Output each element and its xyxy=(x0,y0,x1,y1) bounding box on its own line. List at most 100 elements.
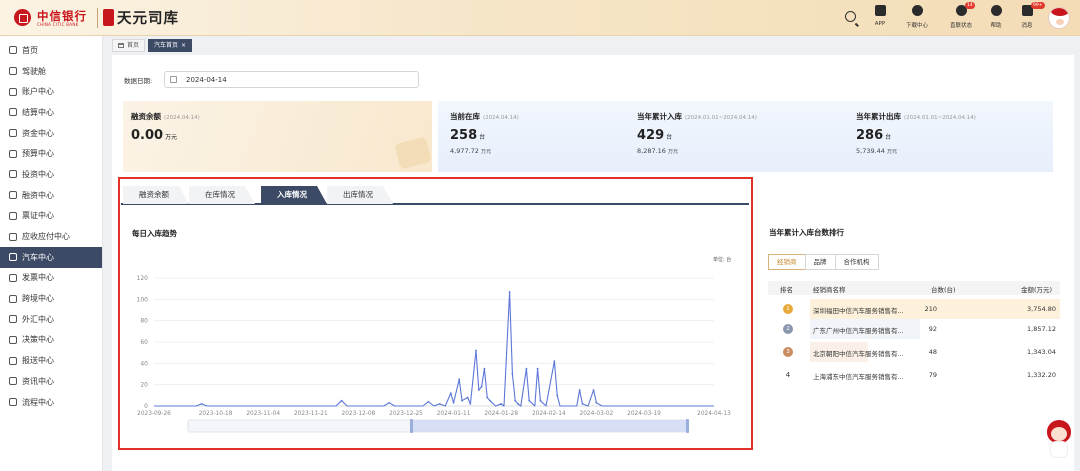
ranking-row[interactable]: 1 深圳福田中信汽车服务销售有... 210 3,754.80 xyxy=(768,299,1060,319)
decision-icon xyxy=(9,335,17,344)
user-avatar[interactable] xyxy=(1048,7,1070,29)
tab-car-home[interactable]: 汽车首页 × xyxy=(148,39,193,52)
sidebar-item-label: 融资中心 xyxy=(22,190,54,200)
ranking-tabs: 经销商 品牌 合作机构 xyxy=(768,254,879,270)
budget-icon xyxy=(9,149,17,158)
sidebar-item[interactable]: 资讯中心 xyxy=(0,371,102,392)
calendar-icon xyxy=(170,76,177,83)
ranking-cell-count: 210 xyxy=(924,305,937,313)
sidebar-item-label: 流程中心 xyxy=(22,397,54,407)
tab-car-home-label: 汽车首页 xyxy=(154,41,179,49)
status-badge: 14 xyxy=(965,2,975,9)
home-icon xyxy=(118,43,124,48)
sidebar-item[interactable]: 票证中心 xyxy=(0,206,102,227)
header-download-button[interactable]: 下载中心 xyxy=(900,5,934,29)
close-icon[interactable]: × xyxy=(181,40,186,52)
sidebar-item-label: 预算中心 xyxy=(22,149,54,159)
cockpit-icon xyxy=(9,67,17,76)
header-help-label: 帮助 xyxy=(990,23,1002,29)
sidebar-item-label: 应收应付中心 xyxy=(22,232,70,242)
download-center-icon xyxy=(911,5,923,16)
ranking-cell-name: 深圳福田中信汽车服务销售有... xyxy=(813,307,904,315)
sidebar-item-label: 驾驶舱 xyxy=(22,66,46,76)
ranking-cell-amount: 1,332.20 xyxy=(1027,371,1056,379)
header-app-button[interactable]: APP xyxy=(863,5,897,27)
assistant-mascot[interactable] xyxy=(1045,420,1073,460)
home-icon xyxy=(9,46,17,55)
logo-divider xyxy=(97,8,98,28)
year-in-date: (2024.01.01~2024.04.14) xyxy=(685,115,757,121)
sidebar-item[interactable]: 预算中心 xyxy=(0,143,102,164)
sidebar-item-label: 资金中心 xyxy=(22,128,54,138)
current-stock-date: (2024.04.14) xyxy=(483,115,519,121)
rank-badge: 4 xyxy=(785,371,791,379)
header-count: 台数(台) xyxy=(931,286,956,294)
sidebar-item[interactable]: 报送中心 xyxy=(0,350,102,371)
balance-value: 0.00 万元 xyxy=(131,128,178,143)
mascot-face xyxy=(1051,427,1067,441)
sidebar-item[interactable]: 投资中心 xyxy=(0,164,102,185)
account-icon xyxy=(9,87,17,96)
sidebar-item-label: 决策中心 xyxy=(22,335,54,345)
bank-name-en: CHINA CITIC BANK xyxy=(37,22,79,27)
sidebar-item-label: 外汇中心 xyxy=(22,314,54,324)
ranking-cell-amount: 1,343.04 xyxy=(1027,348,1056,356)
sidebar-item-label: 资讯中心 xyxy=(22,376,54,386)
header-status-button[interactable]: 14 直联状态 xyxy=(944,2,978,29)
citic-logo-icon xyxy=(14,9,31,26)
sidebar-item[interactable]: 账户中心 xyxy=(0,81,102,102)
page-tabs: 首页 汽车首页 × xyxy=(112,39,195,52)
current-stock-value: 258 台 xyxy=(450,128,486,143)
sidebar-item[interactable]: 应收应付中心 xyxy=(0,226,102,247)
ranking-row[interactable]: 3 北京朝阳中信汽车服务销售有... 48 1,343.04 xyxy=(768,342,1060,362)
report-icon xyxy=(9,356,17,365)
sidebar-item[interactable]: 结算中心 xyxy=(0,102,102,123)
tab-home[interactable]: 首页 xyxy=(112,39,146,52)
rank-badge: 3 xyxy=(783,347,793,357)
ranking-row[interactable]: 4 上海浦东中信汽车服务销售有... 79 1,332.20 xyxy=(768,365,1060,385)
sidebar-item[interactable]: 首页 xyxy=(0,40,102,61)
sidebar-item-label: 票证中心 xyxy=(22,211,54,221)
header-message-button[interactable]: 99+ 消息 xyxy=(1010,2,1045,29)
cross-border-icon xyxy=(9,294,17,303)
ranking-cell-count: 79 xyxy=(928,371,937,379)
date-picker[interactable]: 2024-04-14 xyxy=(164,71,419,88)
sidebar-item[interactable]: 决策中心 xyxy=(0,330,102,351)
forex-icon xyxy=(9,315,17,324)
app-icon xyxy=(874,5,886,16)
ranking-tab-partner[interactable]: 合作机构 xyxy=(834,254,879,270)
ranking-cell-count: 48 xyxy=(928,348,937,356)
search-icon[interactable] xyxy=(845,11,856,22)
header-status-label: 直联状态 xyxy=(949,23,972,29)
sidebar-item[interactable]: 融资中心 xyxy=(0,185,102,206)
year-out-value: 286 台 xyxy=(856,128,892,143)
header-message-label: 消息 xyxy=(1021,23,1033,29)
sidebar-item[interactable]: 资金中心 xyxy=(0,123,102,144)
header-name: 经销商名称 xyxy=(813,286,846,294)
rank-badge: 1 xyxy=(783,304,793,314)
rank-badge: 2 xyxy=(783,324,793,334)
balance-unit: 万元 xyxy=(165,134,178,141)
ranking-tab-brand[interactable]: 品牌 xyxy=(804,254,836,270)
sidebar-item[interactable]: 发票中心 xyxy=(0,268,102,289)
sidebar-item[interactable]: 跨境中心 xyxy=(0,288,102,309)
workflow-icon xyxy=(9,398,17,407)
sidebar-item[interactable]: 驾驶舱 xyxy=(0,61,102,82)
header-download-label: 下载中心 xyxy=(905,23,928,29)
year-out-date: (2024.01.01~2024.04.14) xyxy=(904,115,976,121)
header-help-button[interactable]: 帮助 xyxy=(979,5,1013,29)
ranking-table-header: 排名 经销商名称 台数(台) 金额(万元) xyxy=(768,281,1060,295)
sidebar-item-label: 汽车中心 xyxy=(22,252,54,262)
sidebar-item-label: 结算中心 xyxy=(22,107,54,117)
invoice-icon xyxy=(9,273,17,282)
inventory-card: 当前在库 (2024.04.14) 258 台 4,977.72 万元 当年累计入库(… xyxy=(438,101,1053,172)
tab-home-label: 首页 xyxy=(127,41,140,49)
ranking-row[interactable]: 2 广东广州中信汽车服务销售有... 92 1,857.12 xyxy=(768,319,1060,339)
sidebar-item[interactable]: 汽车中心 xyxy=(0,246,102,268)
sidebar-item[interactable]: 流程中心 xyxy=(0,392,102,413)
sidebar-item[interactable]: 外汇中心 xyxy=(0,309,102,330)
ranking-cell-name: 广东广州中信汽车服务销售有... xyxy=(813,327,904,335)
receivable-icon xyxy=(9,232,17,241)
current-stock-title: 当前在库 (2024.04.14) xyxy=(450,112,519,121)
ranking-tab-dealer[interactable]: 经销商 xyxy=(768,254,806,270)
